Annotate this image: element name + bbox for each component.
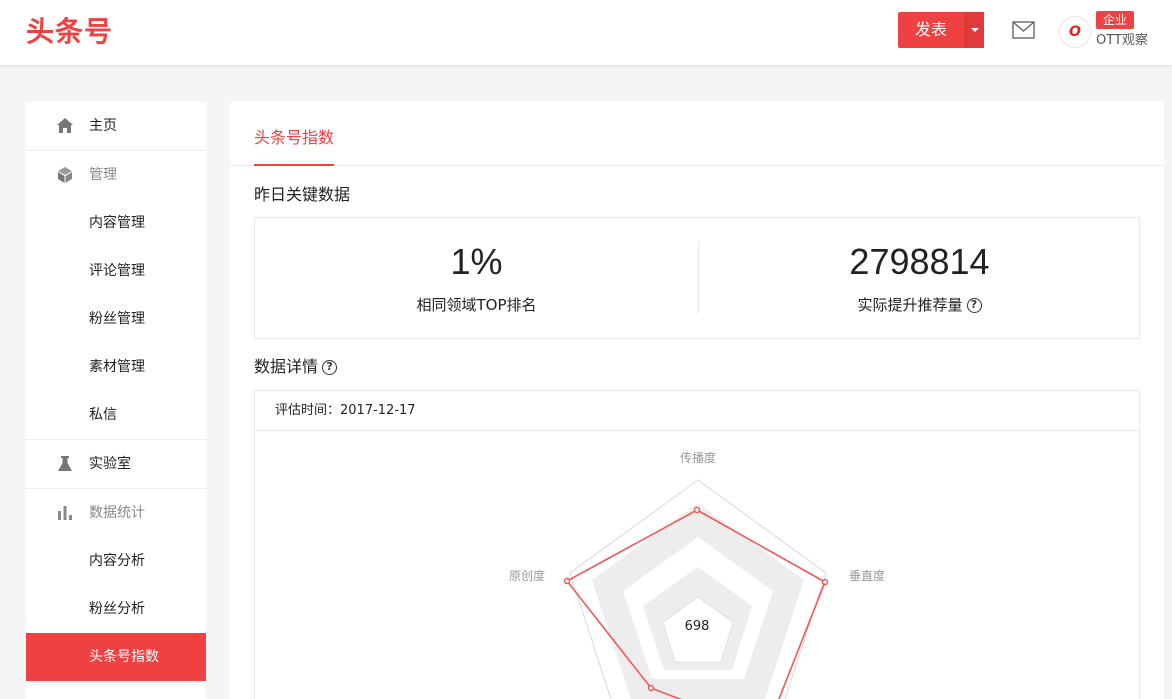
avatar-text: O [1069,24,1081,40]
radar-axis-label: 垂直度 [849,568,885,583]
detail-title: 数据详情 [254,357,319,376]
publish-dropdown-toggle[interactable] [964,12,984,48]
top-header: 头条号 发表 O 企业 OTT观察 [0,0,1172,66]
sidebar-item-statistics[interactable]: 数据统计 [26,488,206,536]
sidebar-item-content-analysis[interactable]: 内容分析 [26,537,206,585]
sidebar-item-label: 内容管理 [89,215,145,231]
stat-label: 相同领域TOP排名 [416,296,537,314]
publish-label[interactable]: 发表 [898,12,964,48]
main-panel: 头条号指数 昨日关键数据 1% 相同领域TOP排名 2798814 实际提升推荐… [230,102,1164,699]
publish-button[interactable]: 发表 [898,12,984,48]
radar-point [693,506,701,514]
sidebar-item-label: 粉丝分析 [89,601,145,617]
sidebar-item-manage[interactable]: 管理 [26,150,206,198]
detail-header: 评估时间：2017-12-17 [255,391,1139,431]
eval-time: 评估时间：2017-12-17 [275,403,416,418]
detail-box: 评估时间：2017-12-17 传播度 垂直度 原创度 698 [254,390,1140,699]
stat-label: 实际提升推荐量 [857,296,963,314]
logo[interactable]: 头条号 [26,14,113,50]
flask-icon [58,456,72,471]
tab-bar: 头条号指数 [230,102,1164,166]
sidebar-item-fans-analysis[interactable]: 粉丝分析 [26,585,206,633]
sidebar-item-material-manage[interactable]: 素材管理 [26,343,206,391]
sidebar-item-label: 主页 [89,118,117,134]
key-data-title: 昨日关键数据 [254,185,351,204]
sidebar-item-fans-manage[interactable]: 粉丝管理 [26,295,206,343]
sidebar-item-label: 内容分析 [89,553,145,569]
help-icon[interactable]: ? [966,298,982,313]
help-icon[interactable]: ? [322,360,338,375]
stat-value: 2798814 [849,241,990,282]
detail-title-wrap: 数据详情? [254,356,338,378]
stat-label-wrap: 实际提升推荐量? [698,294,1141,316]
sidebar-item-label: 数据统计 [89,505,145,521]
home-icon [57,118,73,133]
enterprise-badge: 企业 [1096,11,1135,29]
sidebar-item-content-manage[interactable]: 内容管理 [26,199,206,247]
stat-value: 1% [450,241,503,282]
account-name[interactable]: OTT观察 [1096,32,1148,50]
sidebar-item-home[interactable]: 主页 [26,102,206,150]
avatar[interactable]: O [1059,16,1091,48]
radar-chart: 传播度 垂直度 原创度 698 [509,450,885,699]
radar-axis-label: 传播度 [680,450,716,465]
sidebar-item-lab[interactable]: 实验室 [26,439,206,487]
radar-point [647,684,655,692]
tab-toutiao-index[interactable]: 头条号指数 [254,126,335,166]
radar-point [821,578,829,586]
sidebar-item-label: 评论管理 [89,263,145,279]
radar-axis-label: 原创度 [509,568,545,583]
mail-icon[interactable] [1012,21,1035,39]
sidebar-item-label: 素材管理 [89,359,145,375]
key-data-box: 1% 相同领域TOP排名 2798814 实际提升推荐量? [254,217,1140,339]
sidebar-item-comment-manage[interactable]: 评论管理 [26,247,206,295]
sidebar-item-label: 管理 [89,167,117,183]
radar-center-value: 698 [685,619,710,634]
sidebar-item-messages[interactable]: 私信 [26,391,206,439]
sidebar-item-label: 头条号指数 [89,649,159,665]
radar-point [563,577,571,585]
sidebar-item-next[interactable] [26,682,206,699]
sidebar-item-label: 私信 [89,407,117,423]
cube-icon [58,167,72,183]
bar-chart-icon [58,506,72,520]
sidebar-item-toutiao-index[interactable]: 头条号指数 [26,633,206,681]
sidebar: 主页 管理 内容管理 评论管理 粉丝管理 素材管理 私信 实验室 数据统计 内容… [26,102,206,699]
sidebar-item-label: 粉丝管理 [89,311,145,327]
sidebar-item-label: 实验室 [89,456,131,472]
